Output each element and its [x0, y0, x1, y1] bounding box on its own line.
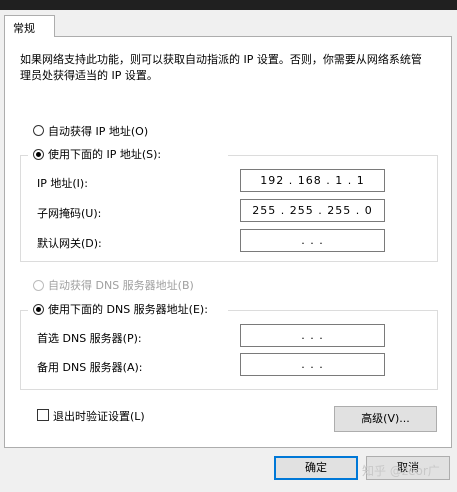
- ip-address-value: 192 . 168 . 1 . 1: [260, 174, 365, 187]
- watermark-text: 知乎 @zeor广: [362, 464, 440, 478]
- default-gateway-label: 默认网关(D):: [37, 237, 102, 250]
- alternate-dns-input[interactable]: . . .: [240, 353, 385, 376]
- advanced-button[interactable]: 高级(V)...: [334, 406, 437, 432]
- auto-ip-radio[interactable]: [33, 125, 44, 136]
- ip-address-label: IP 地址(I):: [37, 177, 88, 190]
- alternate-dns-value: . . .: [301, 358, 324, 371]
- description-text: 如果网络支持此功能，则可以获取自动指派的 IP 设置。否则，你需要从网络系统管理…: [20, 53, 422, 82]
- auto-dns-radio[interactable]: [33, 280, 44, 291]
- manual-ip-label[interactable]: 使用下面的 IP 地址(S):: [48, 146, 161, 162]
- default-gateway-input[interactable]: . . .: [240, 229, 385, 252]
- ok-button[interactable]: 确定: [274, 456, 358, 480]
- subnet-mask-label: 子网掩码(U):: [37, 207, 102, 220]
- manual-ip-radio[interactable]: [33, 149, 44, 160]
- alternate-dns-label: 备用 DNS 服务器(A):: [37, 361, 143, 374]
- subnet-mask-input[interactable]: 255 . 255 . 255 . 0: [240, 199, 385, 222]
- auto-dns-label[interactable]: 自动获得 DNS 服务器地址(B): [48, 277, 194, 293]
- preferred-dns-label: 首选 DNS 服务器(P):: [37, 332, 142, 345]
- tab-general[interactable]: 常规: [4, 15, 55, 37]
- tab-general-label: 常规: [13, 22, 35, 35]
- validate-label[interactable]: 退出时验证设置(L): [53, 408, 145, 424]
- window-top-bar: [0, 0, 457, 10]
- default-gateway-value: . . .: [301, 234, 324, 247]
- subnet-mask-value: 255 . 255 . 255 . 0: [252, 204, 373, 217]
- validate-checkbox[interactable]: [37, 409, 49, 421]
- manual-dns-group: [20, 310, 438, 390]
- auto-ip-label[interactable]: 自动获得 IP 地址(O): [48, 123, 148, 139]
- ip-address-input[interactable]: 192 . 168 . 1 . 1: [240, 169, 385, 192]
- manual-dns-label[interactable]: 使用下面的 DNS 服务器地址(E):: [48, 301, 208, 317]
- preferred-dns-value: . . .: [301, 329, 324, 342]
- manual-dns-radio[interactable]: [33, 304, 44, 315]
- preferred-dns-input[interactable]: . . .: [240, 324, 385, 347]
